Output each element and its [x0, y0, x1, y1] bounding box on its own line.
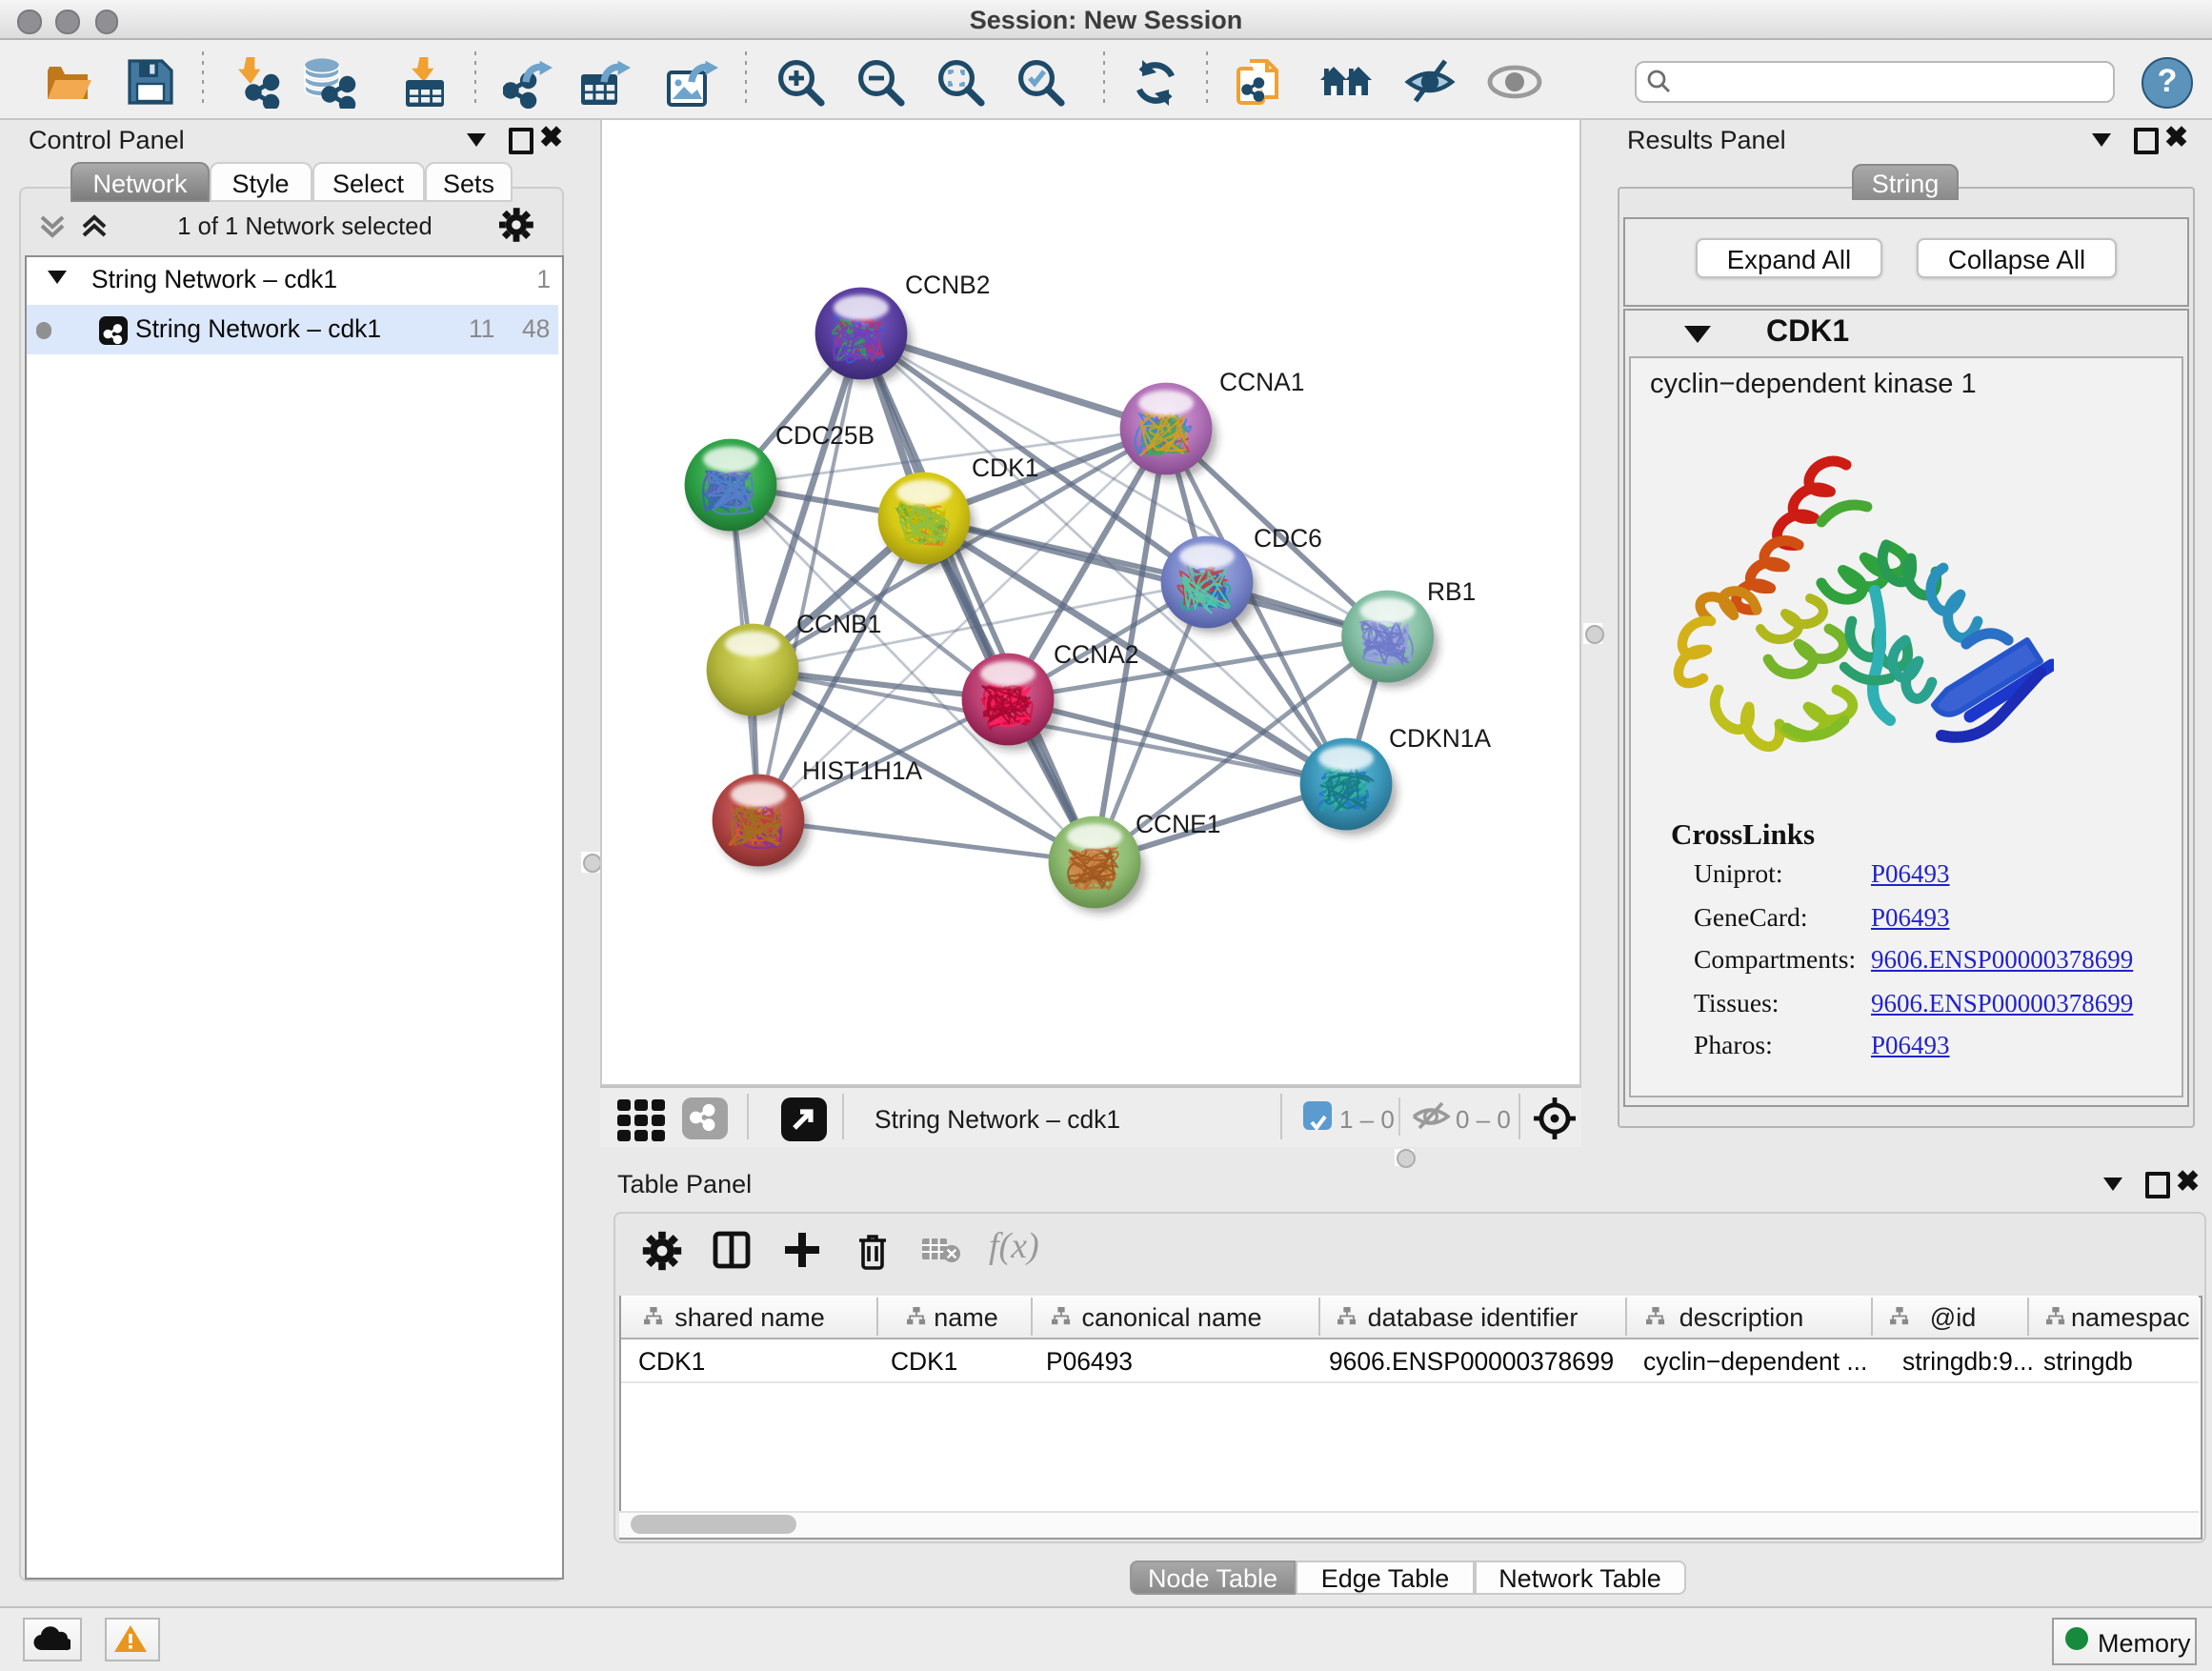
svg-text:HIST1H1A: HIST1H1A: [802, 756, 923, 785]
svg-text:RB1: RB1: [1427, 577, 1476, 606]
svg-text:CCNE1: CCNE1: [1136, 810, 1220, 838]
svg-text:CDK1: CDK1: [972, 453, 1038, 482]
svg-text:CDC6: CDC6: [1254, 524, 1322, 553]
svg-text:CDC25B: CDC25B: [775, 421, 875, 450]
svg-text:CDKN1A: CDKN1A: [1389, 724, 1491, 753]
svg-text:CCNB2: CCNB2: [905, 271, 990, 299]
svg-text:CCNA1: CCNA1: [1219, 368, 1304, 396]
svg-text:CCNB1: CCNB1: [796, 610, 881, 638]
svg-text:CCNA2: CCNA2: [1054, 640, 1138, 669]
